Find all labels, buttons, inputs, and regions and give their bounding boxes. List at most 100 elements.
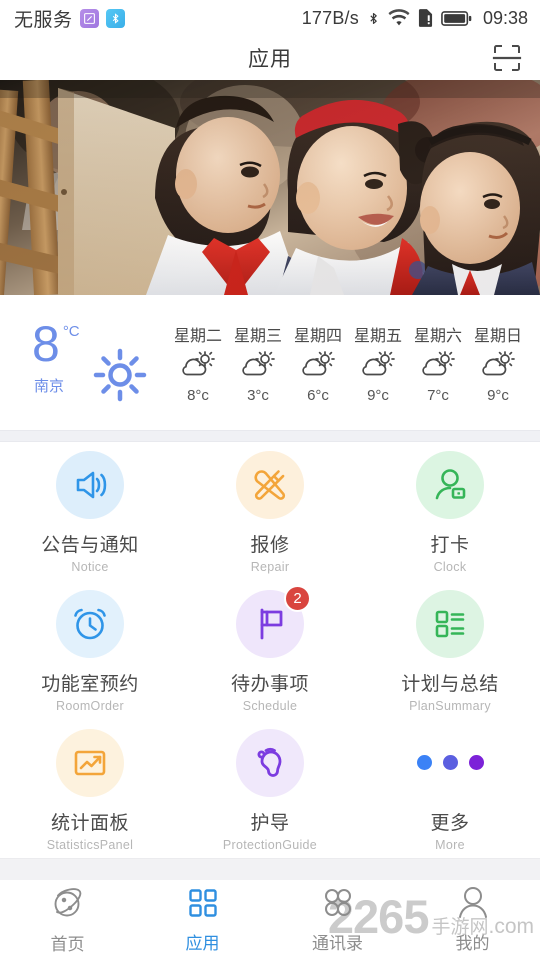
status-bar-right: 177B/s 09:38 — [302, 8, 528, 29]
forecast-temp: 9°c — [487, 386, 509, 404]
flag-icon — [260, 608, 283, 640]
app-sublabel: Schedule — [242, 698, 298, 713]
app-icon-wrap: 2 — [233, 584, 311, 661]
nav-label: 首页 — [50, 934, 85, 954]
partly-cloudy-icon — [421, 350, 455, 382]
forecast-day[interactable]: 星期三 3°c — [228, 322, 288, 404]
app-label: 报修 — [250, 535, 290, 557]
partly-cloudy-icon — [481, 350, 515, 382]
three-dots-icon — [416, 755, 484, 771]
app-item-more[interactable]: 更多 More — [360, 726, 540, 852]
forecast-day[interactable]: 星期日 9°c — [468, 322, 528, 404]
app-sublabel: Clock — [433, 560, 467, 575]
notification-badge: 2 — [284, 584, 311, 612]
app-icon-wrap — [233, 726, 307, 800]
nav-label: 我的 — [455, 934, 490, 953]
app-icon-wrap — [413, 726, 487, 800]
nav-item-apps[interactable]: 应用 — [135, 887, 270, 954]
app-sublabel: RoomOrder — [56, 698, 124, 713]
app-label: 更多 — [430, 812, 470, 834]
grid-apps-icon — [187, 887, 219, 924]
app-sublabel: More — [435, 837, 465, 852]
app-icon-wrap — [413, 448, 487, 522]
status-bar-left: 无服务 — [14, 5, 125, 32]
weather-forecast-list: 星期二 8°c 星期三 3°c 星期四 6°c 星期五 9°c 星期六 7°c … — [162, 322, 532, 404]
app-icon-wrap — [53, 726, 127, 800]
checklist-icon — [435, 610, 465, 638]
weather-widget[interactable]: 8 °C 南京 星期二 8°c 星期三 3°c 星期四 6°c 星期五 9°c … — [0, 295, 540, 430]
app-label: 护导 — [250, 812, 290, 834]
page-title: 应用 — [248, 48, 292, 71]
forecast-day-name: 星期三 — [233, 327, 282, 345]
app-label: 计划与总结 — [401, 673, 499, 695]
app-sublabel: StatisticsPanel — [46, 837, 134, 852]
screen-recorder-icon — [79, 8, 99, 28]
wifi-icon — [388, 9, 410, 27]
clock-label: 09:38 — [482, 7, 528, 28]
bottom-navigation: 首页 应用 通讯录 我的 — [0, 880, 540, 960]
person-card-icon — [435, 469, 466, 500]
sun-icon — [92, 347, 148, 408]
forecast-temp: 3°c — [247, 386, 269, 404]
app-item-clock[interactable]: 打卡 Clock — [360, 448, 540, 574]
app-item-statisticspanel[interactable]: 统计面板 StatisticsPanel — [0, 726, 180, 852]
app-item-plansummary[interactable]: 计划与总结 PlanSummary — [360, 587, 540, 713]
app-sublabel: PlanSummary — [409, 698, 491, 713]
forecast-day[interactable]: 星期六 7°c — [408, 322, 468, 404]
forecast-day[interactable]: 星期五 9°c — [348, 322, 408, 404]
partly-cloudy-icon — [361, 350, 395, 382]
app-icon-wrap — [413, 587, 487, 661]
forecast-day-name: 星期五 — [353, 327, 402, 345]
forecast-day[interactable]: 星期四 6°c — [288, 322, 348, 404]
scan-qr-icon[interactable] — [490, 41, 524, 75]
planet-home-icon — [51, 886, 85, 925]
temperature-unit: °C — [62, 322, 80, 340]
bluetooth-icon — [367, 9, 380, 28]
forecast-day-name: 星期日 — [473, 327, 522, 345]
status-bar: 无服务 177B/s 09:38 — [0, 0, 540, 36]
current-temperature: 8 °C — [32, 319, 80, 369]
carrier-label: 无服务 — [14, 9, 73, 31]
person-profile-icon — [457, 886, 489, 924]
battery-icon — [441, 10, 473, 27]
chart-trending-icon — [74, 750, 106, 775]
forecast-temp: 8°c — [187, 386, 209, 404]
nav-label: 通讯录 — [312, 933, 363, 953]
app-item-protectionguide[interactable]: 护导 ProtectionGuide — [180, 726, 360, 852]
app-label: 打卡 — [430, 535, 470, 557]
nav-item-home[interactable]: 首页 — [0, 886, 135, 955]
app-sublabel: Repair — [250, 560, 290, 575]
alarm-clock-icon — [74, 608, 106, 640]
app-item-schedule[interactable]: 2 待办事项 Schedule — [180, 584, 360, 713]
dot-3 — [468, 755, 484, 771]
city-label: 南京 — [34, 377, 65, 395]
app-icon-wrap — [233, 448, 307, 522]
app-item-repair[interactable]: 报修 Repair — [180, 448, 360, 574]
app-label: 统计面板 — [50, 812, 129, 834]
forecast-temp: 9°c — [367, 386, 389, 404]
app-item-roomorder[interactable]: 功能室预约 RoomOrder — [0, 587, 180, 713]
dot-2 — [442, 755, 458, 771]
nav-label: 应用 — [185, 933, 220, 953]
dot-1 — [416, 755, 432, 771]
bluetooth-chip-icon — [105, 8, 125, 28]
forecast-day[interactable]: 星期二 8°c — [168, 322, 228, 404]
title-bar: 应用 — [0, 36, 540, 80]
app-screen: 无服务 177B/s 09:38 应用 8 °C 南京 星期二 8°c 星期三 … — [0, 0, 540, 960]
app-label: 功能室预约 — [41, 673, 139, 695]
app-label: 公告与通知 — [41, 535, 139, 557]
app-item-notice[interactable]: 公告与通知 Notice — [0, 448, 180, 574]
section-divider — [0, 430, 540, 442]
weather-current: 8 °C 南京 — [14, 313, 162, 413]
partly-cloudy-icon — [301, 350, 335, 382]
partly-cloudy-icon — [241, 350, 275, 382]
app-sublabel: Notice — [71, 560, 109, 575]
sim-card-icon — [418, 8, 433, 28]
nav-item-profile[interactable]: 我的 — [405, 886, 540, 954]
app-icon-wrap — [53, 448, 127, 522]
banner-image[interactable] — [0, 80, 540, 295]
forecast-temp: 6°c — [307, 386, 329, 404]
network-speed-label: 177B/s — [301, 7, 359, 28]
partly-cloudy-icon — [181, 350, 215, 382]
nav-item-contacts[interactable]: 通讯录 — [270, 887, 405, 954]
